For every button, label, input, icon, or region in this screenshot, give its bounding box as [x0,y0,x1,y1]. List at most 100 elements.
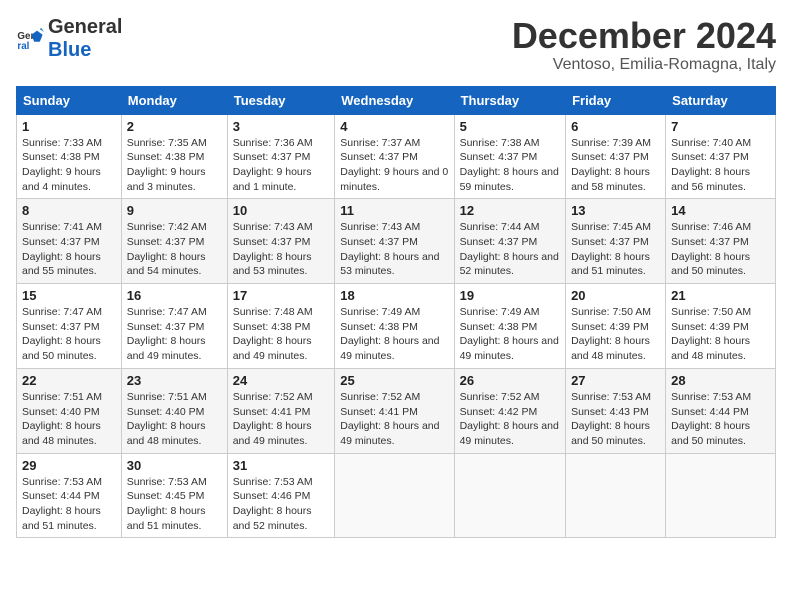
day-info: Sunrise: 7:52 AM Sunset: 4:41 PM Dayligh… [233,390,330,449]
calendar-week-5: 29 Sunrise: 7:53 AM Sunset: 4:44 PM Dayl… [17,453,776,538]
day-info: Sunrise: 7:47 AM Sunset: 4:37 PM Dayligh… [127,305,222,364]
calendar-cell [566,453,666,538]
calendar-cell: 23 Sunrise: 7:51 AM Sunset: 4:40 PM Dayl… [121,368,227,453]
calendar-cell: 9 Sunrise: 7:42 AM Sunset: 4:37 PM Dayli… [121,199,227,284]
day-number: 19 [460,288,560,303]
calendar-cell: 30 Sunrise: 7:53 AM Sunset: 4:45 PM Dayl… [121,453,227,538]
column-header-friday: Friday [566,86,666,114]
column-header-monday: Monday [121,86,227,114]
day-info: Sunrise: 7:44 AM Sunset: 4:37 PM Dayligh… [460,220,560,279]
column-header-sunday: Sunday [17,86,122,114]
day-info: Sunrise: 7:35 AM Sunset: 4:38 PM Dayligh… [127,136,222,195]
calendar-week-2: 8 Sunrise: 7:41 AM Sunset: 4:37 PM Dayli… [17,199,776,284]
day-number: 9 [127,203,222,218]
calendar-week-1: 1 Sunrise: 7:33 AM Sunset: 4:38 PM Dayli… [17,114,776,199]
calendar-cell: 7 Sunrise: 7:40 AM Sunset: 4:37 PM Dayli… [666,114,776,199]
day-info: Sunrise: 7:51 AM Sunset: 4:40 PM Dayligh… [127,390,222,449]
calendar-cell: 17 Sunrise: 7:48 AM Sunset: 4:38 PM Dayl… [227,284,335,369]
day-info: Sunrise: 7:33 AM Sunset: 4:38 PM Dayligh… [22,136,116,195]
day-info: Sunrise: 7:43 AM Sunset: 4:37 PM Dayligh… [340,220,448,279]
calendar-table: SundayMondayTuesdayWednesdayThursdayFrid… [16,86,776,539]
calendar-cell: 14 Sunrise: 7:46 AM Sunset: 4:37 PM Dayl… [666,199,776,284]
calendar-header-row: SundayMondayTuesdayWednesdayThursdayFrid… [17,86,776,114]
logo-blue: Blue [48,39,91,61]
day-info: Sunrise: 7:49 AM Sunset: 4:38 PM Dayligh… [340,305,448,364]
day-info: Sunrise: 7:42 AM Sunset: 4:37 PM Dayligh… [127,220,222,279]
day-number: 11 [340,203,448,218]
day-number: 17 [233,288,330,303]
day-info: Sunrise: 7:36 AM Sunset: 4:37 PM Dayligh… [233,136,330,195]
day-info: Sunrise: 7:46 AM Sunset: 4:37 PM Dayligh… [671,220,770,279]
day-number: 22 [22,373,116,388]
day-info: Sunrise: 7:48 AM Sunset: 4:38 PM Dayligh… [233,305,330,364]
day-number: 30 [127,458,222,473]
day-number: 26 [460,373,560,388]
calendar-cell: 18 Sunrise: 7:49 AM Sunset: 4:38 PM Dayl… [335,284,454,369]
calendar-cell: 12 Sunrise: 7:44 AM Sunset: 4:37 PM Dayl… [454,199,565,284]
day-number: 27 [571,373,660,388]
column-header-tuesday: Tuesday [227,86,335,114]
day-number: 4 [340,119,448,134]
calendar-cell [454,453,565,538]
calendar-week-3: 15 Sunrise: 7:47 AM Sunset: 4:37 PM Dayl… [17,284,776,369]
calendar-cell [666,453,776,538]
day-info: Sunrise: 7:53 AM Sunset: 4:44 PM Dayligh… [671,390,770,449]
day-number: 8 [22,203,116,218]
day-number: 5 [460,119,560,134]
day-number: 12 [460,203,560,218]
day-number: 21 [671,288,770,303]
calendar-cell: 2 Sunrise: 7:35 AM Sunset: 4:38 PM Dayli… [121,114,227,199]
calendar-week-4: 22 Sunrise: 7:51 AM Sunset: 4:40 PM Dayl… [17,368,776,453]
day-info: Sunrise: 7:41 AM Sunset: 4:37 PM Dayligh… [22,220,116,279]
calendar-cell: 25 Sunrise: 7:52 AM Sunset: 4:41 PM Dayl… [335,368,454,453]
calendar-cell: 4 Sunrise: 7:37 AM Sunset: 4:37 PM Dayli… [335,114,454,199]
column-header-saturday: Saturday [666,86,776,114]
day-info: Sunrise: 7:43 AM Sunset: 4:37 PM Dayligh… [233,220,330,279]
logo: Gene ral General Blue [16,16,122,62]
calendar-cell: 26 Sunrise: 7:52 AM Sunset: 4:42 PM Dayl… [454,368,565,453]
calendar-cell: 19 Sunrise: 7:49 AM Sunset: 4:38 PM Dayl… [454,284,565,369]
day-info: Sunrise: 7:53 AM Sunset: 4:43 PM Dayligh… [571,390,660,449]
day-info: Sunrise: 7:45 AM Sunset: 4:37 PM Dayligh… [571,220,660,279]
day-number: 15 [22,288,116,303]
calendar-cell: 11 Sunrise: 7:43 AM Sunset: 4:37 PM Dayl… [335,199,454,284]
day-info: Sunrise: 7:40 AM Sunset: 4:37 PM Dayligh… [671,136,770,195]
calendar-cell: 27 Sunrise: 7:53 AM Sunset: 4:43 PM Dayl… [566,368,666,453]
day-number: 25 [340,373,448,388]
calendar-cell: 3 Sunrise: 7:36 AM Sunset: 4:37 PM Dayli… [227,114,335,199]
day-number: 3 [233,119,330,134]
calendar-cell [335,453,454,538]
day-number: 7 [671,119,770,134]
calendar-cell: 24 Sunrise: 7:52 AM Sunset: 4:41 PM Dayl… [227,368,335,453]
day-number: 29 [22,458,116,473]
calendar-cell: 16 Sunrise: 7:47 AM Sunset: 4:37 PM Dayl… [121,284,227,369]
calendar-cell: 20 Sunrise: 7:50 AM Sunset: 4:39 PM Dayl… [566,284,666,369]
logo-wordmark: General Blue [48,16,122,62]
day-number: 13 [571,203,660,218]
logo-icon: Gene ral [16,25,44,53]
day-number: 18 [340,288,448,303]
calendar-title: December 2024 [512,16,776,56]
day-info: Sunrise: 7:50 AM Sunset: 4:39 PM Dayligh… [671,305,770,364]
calendar-cell: 29 Sunrise: 7:53 AM Sunset: 4:44 PM Dayl… [17,453,122,538]
calendar-cell: 31 Sunrise: 7:53 AM Sunset: 4:46 PM Dayl… [227,453,335,538]
day-number: 20 [571,288,660,303]
calendar-cell: 21 Sunrise: 7:50 AM Sunset: 4:39 PM Dayl… [666,284,776,369]
day-number: 14 [671,203,770,218]
day-number: 31 [233,458,330,473]
day-info: Sunrise: 7:52 AM Sunset: 4:41 PM Dayligh… [340,390,448,449]
day-number: 1 [22,119,116,134]
calendar-cell: 22 Sunrise: 7:51 AM Sunset: 4:40 PM Dayl… [17,368,122,453]
day-info: Sunrise: 7:39 AM Sunset: 4:37 PM Dayligh… [571,136,660,195]
calendar-cell: 13 Sunrise: 7:45 AM Sunset: 4:37 PM Dayl… [566,199,666,284]
calendar-cell: 1 Sunrise: 7:33 AM Sunset: 4:38 PM Dayli… [17,114,122,199]
day-info: Sunrise: 7:53 AM Sunset: 4:45 PM Dayligh… [127,475,222,534]
day-info: Sunrise: 7:37 AM Sunset: 4:37 PM Dayligh… [340,136,448,195]
calendar-cell: 10 Sunrise: 7:43 AM Sunset: 4:37 PM Dayl… [227,199,335,284]
day-number: 24 [233,373,330,388]
calendar-cell: 6 Sunrise: 7:39 AM Sunset: 4:37 PM Dayli… [566,114,666,199]
day-info: Sunrise: 7:38 AM Sunset: 4:37 PM Dayligh… [460,136,560,195]
header: Gene ral General Blue December 2024 Vent… [16,16,776,74]
day-info: Sunrise: 7:50 AM Sunset: 4:39 PM Dayligh… [571,305,660,364]
day-info: Sunrise: 7:53 AM Sunset: 4:44 PM Dayligh… [22,475,116,534]
